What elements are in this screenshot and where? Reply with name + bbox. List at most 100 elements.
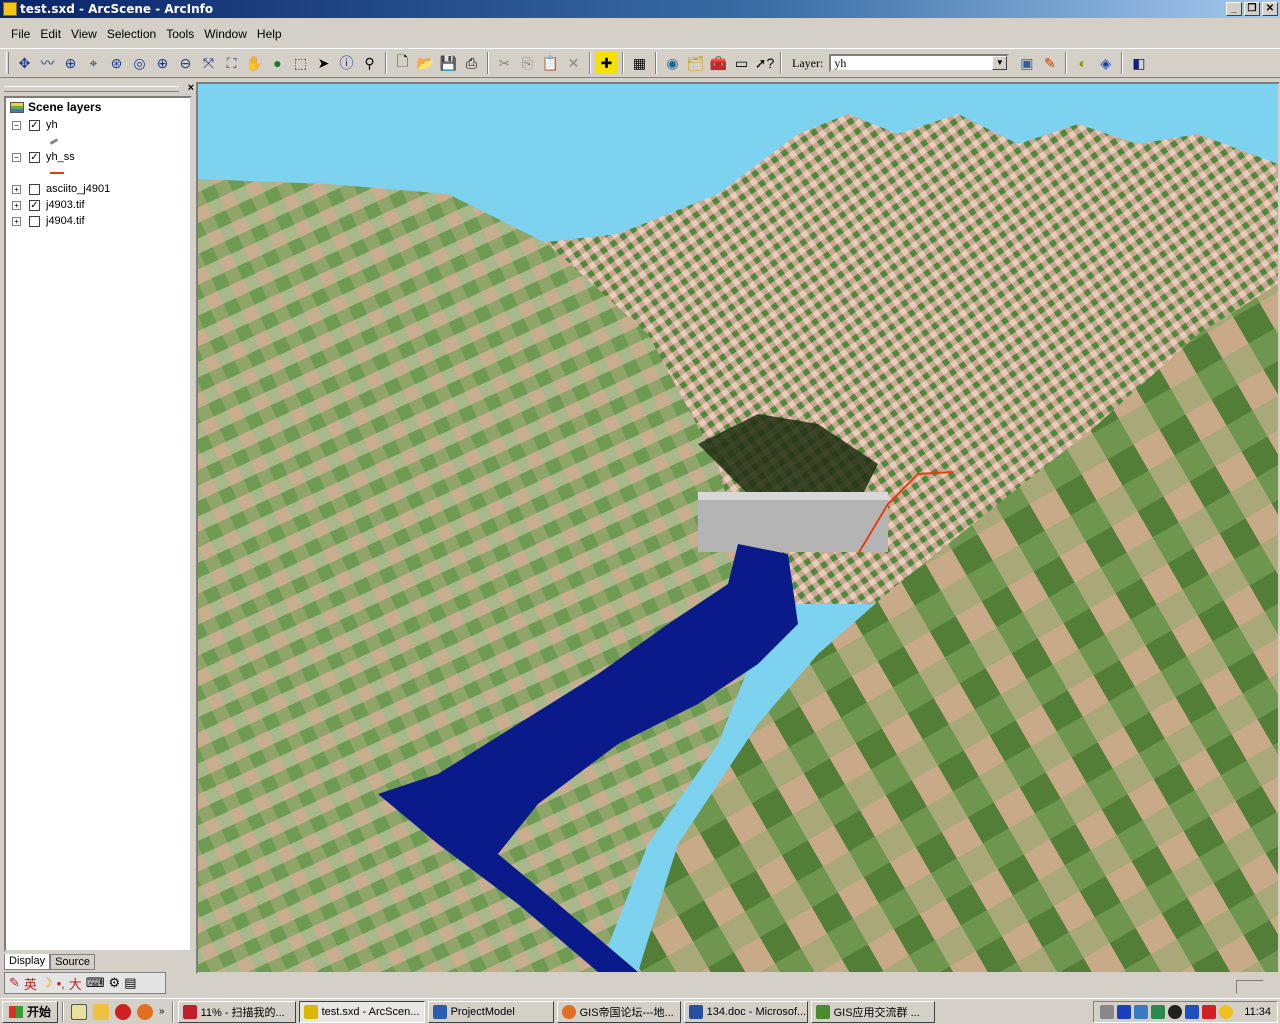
zoom-layer-icon[interactable]: ⛶ xyxy=(220,52,243,74)
print-icon[interactable]: ⎙ xyxy=(460,52,483,74)
update-icon[interactable] xyxy=(1202,1005,1217,1019)
antivirus-icon[interactable] xyxy=(1185,1005,1200,1019)
volume-icon[interactable] xyxy=(1100,1005,1115,1019)
cut-icon[interactable]: ✂ xyxy=(493,52,516,74)
layer-order-icon[interactable]: ◧ xyxy=(1127,52,1150,74)
qq-icon[interactable] xyxy=(1168,1005,1183,1019)
smiley-icon[interactable] xyxy=(1219,1005,1234,1019)
menu-tools[interactable]: Tools xyxy=(161,27,199,41)
layer-visibility-checkbox[interactable] xyxy=(29,215,40,227)
firefox-icon[interactable] xyxy=(137,1003,154,1020)
new-document-icon[interactable]: 🗋 xyxy=(391,52,414,74)
task-button-gis-forum[interactable]: GIS帝国论坛---地... xyxy=(556,1000,681,1023)
layer-name[interactable]: yh_ss xyxy=(46,151,75,163)
menu-window[interactable]: Window xyxy=(199,27,252,41)
layer-name[interactable]: yh xyxy=(46,119,58,131)
scene-properties-icon[interactable]: ▦ xyxy=(628,52,651,74)
minimize-button[interactable]: _ xyxy=(1226,2,1242,16)
zoom-target-icon[interactable]: ⊕ xyxy=(59,52,82,74)
arcmap-icon[interactable]: ◉ xyxy=(661,52,684,74)
restore-button[interactable]: ❐ xyxy=(1244,2,1260,16)
menu-help[interactable]: Help xyxy=(252,27,287,41)
task-button-projectmodel[interactable]: ProjectModel xyxy=(427,1000,554,1023)
moon-icon[interactable]: ☽ xyxy=(41,975,53,991)
layer-row-j4903[interactable]: + ✓ j4903.tif xyxy=(12,198,85,212)
animation-icon[interactable]: ◈ xyxy=(1094,52,1117,74)
collapse-icon[interactable]: − xyxy=(12,120,21,130)
ime-logo-icon[interactable]: ✎ xyxy=(9,975,20,991)
quick-launch-pen-icon[interactable] xyxy=(93,1003,110,1020)
more-icon[interactable]: » xyxy=(159,1006,165,1017)
expand-icon[interactable]: + xyxy=(12,200,21,210)
keyboard-icon[interactable]: ⌨ xyxy=(86,975,105,991)
layer-row-j4904[interactable]: + j4904.tif xyxy=(12,214,85,228)
close-button[interactable]: ✕ xyxy=(1262,2,1278,16)
full-extent-icon[interactable]: ⤧ xyxy=(197,52,220,74)
layer-row-yh-ss[interactable]: − ✓ yh_ss xyxy=(12,150,75,164)
task-button-word[interactable]: 134.doc - Microsof... xyxy=(683,1000,808,1023)
3d-terrain-render[interactable] xyxy=(198,84,1278,972)
tab-source[interactable]: Source xyxy=(50,954,95,970)
layer-visibility-checkbox[interactable]: ✓ xyxy=(29,199,40,211)
settings-icon[interactable]: ⚙ xyxy=(109,975,121,991)
layer-visibility-checkbox[interactable]: ✓ xyxy=(29,119,40,131)
layer-properties-icon[interactable]: ▣ xyxy=(1015,52,1038,74)
open-icon[interactable]: 📂 xyxy=(414,52,437,74)
expand-icon[interactable]: + xyxy=(12,184,21,194)
set-observer-icon[interactable]: ◎ xyxy=(128,52,151,74)
menu-edit[interactable]: Edit xyxy=(35,27,66,41)
punctuation-icon[interactable]: •, xyxy=(57,976,65,991)
arcscene-app-icon[interactable] xyxy=(3,2,17,16)
arccatalog-icon[interactable]: 🗂 xyxy=(684,52,707,74)
save-icon[interactable]: 💾 xyxy=(437,52,460,74)
layer-row-yh[interactable]: − ✓ yh xyxy=(12,118,58,132)
media-icon[interactable] xyxy=(1117,1005,1132,1019)
fly-icon[interactable]: 〰 xyxy=(36,52,59,74)
command-line-icon[interactable]: ▭ xyxy=(730,52,753,74)
select-graphics-icon[interactable]: ⬚ xyxy=(289,52,312,74)
menu-view[interactable]: View xyxy=(66,27,102,41)
collapse-icon[interactable]: − xyxy=(12,152,21,162)
task-button-qq-group[interactable]: GIS应用交流群 ... xyxy=(810,1000,935,1023)
task-button-arcscene[interactable]: test.sxd - ArcScen... xyxy=(298,1000,425,1023)
select-icon[interactable]: ➤ xyxy=(312,52,335,74)
delete-icon[interactable]: ✕ xyxy=(562,52,585,74)
layer-visibility-checkbox[interactable]: ✓ xyxy=(29,151,40,163)
tab-display[interactable]: Display xyxy=(4,954,51,970)
add-data-icon[interactable]: ✚ xyxy=(595,52,618,74)
zoom-to-target-icon[interactable]: ⊛ xyxy=(105,52,128,74)
layer-row-asciito-j4901[interactable]: + asciito_j4901 xyxy=(12,182,110,196)
copy-icon[interactable]: ⎘ xyxy=(516,52,539,74)
arctoolbox-icon[interactable]: 🧰 xyxy=(707,52,730,74)
close-icon[interactable]: × xyxy=(188,82,194,94)
find-icon[interactable]: ⚲ xyxy=(358,52,381,74)
identify-icon[interactable]: ⓘ xyxy=(335,52,358,74)
whats-this-icon[interactable]: ➚? xyxy=(753,52,776,74)
zoom-out-icon[interactable]: ⊖ xyxy=(174,52,197,74)
navigate-icon[interactable]: ✥ xyxy=(13,52,36,74)
ime-menu-icon[interactable]: ▤ xyxy=(124,975,136,991)
layer-name[interactable]: j4903.tif xyxy=(46,199,85,211)
layer-visibility-checkbox[interactable] xyxy=(29,183,40,195)
start-button[interactable]: 开始 xyxy=(2,1000,59,1023)
paste-icon[interactable]: 📋 xyxy=(539,52,562,74)
zoom-in-icon[interactable]: ⊕ xyxy=(151,52,174,74)
ime-size-toggle[interactable]: 大 xyxy=(69,974,82,993)
users-icon[interactable] xyxy=(1151,1005,1166,1019)
pan-icon[interactable]: ✋ xyxy=(243,52,266,74)
ime-mode-toggle[interactable]: 英 xyxy=(24,974,37,993)
3d-effects-icon[interactable]: ◐ xyxy=(1071,52,1094,74)
menu-file[interactable]: File xyxy=(6,27,35,41)
expand-icon[interactable]: + xyxy=(12,216,21,226)
layer-name[interactable]: j4904.tif xyxy=(46,215,85,227)
task-button-scan[interactable]: 11% - 扫描我的... xyxy=(177,1000,296,1023)
show-desktop-icon[interactable] xyxy=(71,1003,88,1020)
globe-icon[interactable]: ● xyxy=(266,52,289,74)
scene-view[interactable] xyxy=(196,82,1280,974)
layer-dropdown[interactable]: yh ▼ xyxy=(829,54,1010,72)
chevron-down-icon[interactable]: ▼ xyxy=(992,56,1008,70)
layer-name[interactable]: asciito_j4901 xyxy=(46,183,110,195)
toolbar-grip[interactable] xyxy=(6,52,9,74)
panel-grip[interactable] xyxy=(4,86,179,92)
edit-layer-icon[interactable]: ✎ xyxy=(1038,52,1061,74)
